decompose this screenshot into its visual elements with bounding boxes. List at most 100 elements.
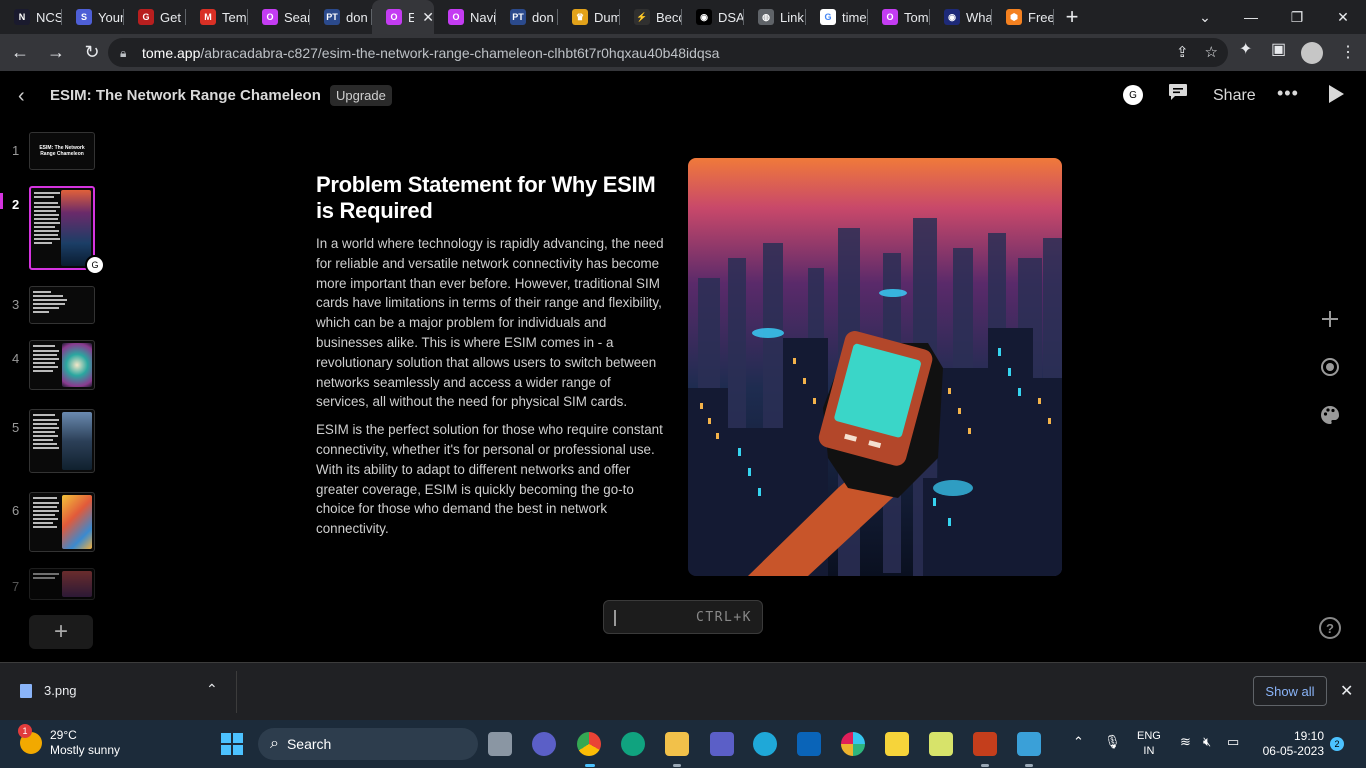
microphone-icon[interactable]: 🎙︎ (1104, 734, 1121, 750)
slide-thumbnail[interactable] (29, 492, 95, 552)
slide-title[interactable]: Problem Statement for Why ESIM is Requir… (316, 172, 666, 224)
share-page-icon[interactable]: ⇪ (1176, 43, 1189, 61)
browser-tab[interactable]: ◍ Link (744, 0, 806, 34)
upgrade-button[interactable]: Upgrade (330, 85, 392, 106)
comment-icon[interactable] (1168, 83, 1188, 101)
tab-favicon-icon: ♛ (572, 9, 588, 25)
edge-icon[interactable] (753, 732, 777, 756)
file-explorer-icon[interactable] (665, 732, 689, 756)
tab-favicon-icon: ◍ (758, 9, 774, 25)
volume-muted-icon[interactable]: 🔇︎ (1203, 734, 1211, 750)
shortcut-hint: CTRL+K (696, 610, 752, 625)
chrome-icon[interactable] (577, 732, 601, 756)
browser-tab[interactable]: ⬢ Free (992, 0, 1054, 34)
browser-tab[interactable]: ♛ Dum (558, 0, 620, 34)
powerpoint-icon[interactable] (973, 732, 997, 756)
wifi-icon[interactable]: ≋ (1180, 734, 1191, 750)
search-label: Search (286, 736, 332, 752)
bookmark-star-icon[interactable]: ☆ (1205, 43, 1218, 61)
slide-thumbnail[interactable]: ESIM: The Network Range Chameleon (29, 132, 95, 170)
start-button[interactable] (221, 733, 243, 755)
back-button[interactable]: ← (4, 37, 36, 69)
meet-icon[interactable] (532, 732, 556, 756)
city-hand-phone-illustration (688, 158, 1062, 576)
browser-tab[interactable]: G Get (124, 0, 186, 34)
slide-text-block[interactable]: Problem Statement for Why ESIM is Requir… (316, 172, 666, 547)
slide-number: 3 (12, 297, 20, 312)
taskbar-search[interactable]: ⌕ Search (258, 728, 478, 760)
browser-tab[interactable]: O Tom (868, 0, 930, 34)
add-tile-icon[interactable] (1320, 309, 1340, 329)
download-item[interactable]: 3.png (20, 683, 77, 698)
browser-tab[interactable]: N NCS (0, 0, 62, 34)
add-slide-button[interactable]: + (29, 615, 93, 649)
weather-widget[interactable]: 1 29°C Mostly sunny (18, 724, 120, 758)
tab-title: Link (780, 9, 804, 25)
side-panel-icon[interactable]: ▣ (1271, 39, 1286, 59)
tab-favicon-icon: O (386, 9, 402, 25)
clock[interactable]: 19:10 06-05-2023 (1262, 729, 1324, 759)
browser-tab[interactable]: O Navi (434, 0, 496, 34)
show-all-button[interactable]: Show all (1253, 676, 1327, 706)
more-options-icon[interactable]: ••• (1277, 83, 1299, 104)
close-window-button[interactable]: ✕ (1320, 0, 1366, 34)
browser-tab[interactable]: ◉ DSA (682, 0, 744, 34)
browser-tab[interactable]: O Sear (248, 0, 310, 34)
minimize-button[interactable]: — (1228, 0, 1274, 34)
slack-icon[interactable] (841, 732, 865, 756)
notepad-icon[interactable] (1017, 732, 1041, 756)
battery-icon[interactable]: ▭ (1227, 734, 1239, 750)
editor-icon[interactable] (929, 732, 953, 756)
slide-thumbnail[interactable] (29, 340, 95, 390)
back-chevron-icon[interactable]: ‹ (18, 85, 25, 108)
browser-tab[interactable]: PT don (310, 0, 372, 34)
windows-taskbar: 1 29°C Mostly sunny ⌕ Search ⌃ 🎙︎ ENG IN… (0, 720, 1366, 768)
new-tab-button[interactable]: + (1054, 0, 1090, 34)
document-title[interactable]: ESIM: The Network Range Chameleon (50, 87, 321, 104)
present-play-icon[interactable] (1329, 85, 1344, 103)
chevron-up-icon[interactable]: ⌃ (206, 681, 218, 698)
chevron-up-icon[interactable]: ⌃ (1073, 734, 1084, 750)
tab-title: don (346, 9, 368, 25)
browser-tab[interactable]: S Your (62, 0, 124, 34)
browser-tab[interactable]: ◉ Wha (930, 0, 992, 34)
forward-button[interactable]: → (40, 37, 72, 69)
chatgpt-icon[interactable] (621, 732, 645, 756)
record-icon[interactable] (1320, 357, 1340, 377)
slide-thumbnail[interactable] (29, 286, 95, 324)
sticky-notes-icon[interactable] (885, 732, 909, 756)
notification-badge[interactable]: 2 (1330, 737, 1344, 751)
extensions-icon[interactable]: ✦ (1239, 39, 1252, 59)
slide-paragraph-1[interactable]: In a world where technology is rapidly a… (316, 234, 666, 412)
tab-close-icon[interactable]: ✕ (422, 9, 434, 26)
help-icon[interactable]: ? (1319, 617, 1341, 639)
slide-image[interactable] (688, 158, 1062, 576)
slide-thumbnail[interactable] (29, 409, 95, 473)
browser-tab[interactable]: M Tem (186, 0, 248, 34)
slide-paragraph-2[interactable]: ESIM is the perfect solution for those w… (316, 420, 666, 539)
browser-tab[interactable]: O E ✕ (372, 0, 434, 34)
task-view-icon[interactable] (488, 732, 512, 756)
chrome-menu-icon[interactable]: ⋮ (1340, 42, 1356, 62)
tab-search-icon[interactable]: ⌄ (1182, 0, 1228, 34)
reload-button[interactable]: ↻ (76, 37, 108, 69)
browser-tab[interactable]: PT don (496, 0, 558, 34)
sun-icon: 1 (18, 724, 42, 754)
browser-tab[interactable]: ⚡ Becc (620, 0, 682, 34)
user-avatar[interactable]: G (1123, 85, 1143, 105)
address-bar[interactable]: 🔒︎ tome.app/abracadabra-c827/esim-the-ne… (108, 38, 1228, 67)
profile-avatar[interactable] (1301, 42, 1323, 64)
thumb-image (61, 190, 91, 266)
slide-thumbnail[interactable] (29, 186, 95, 270)
command-input[interactable]: CTRL+K (603, 600, 763, 634)
palette-icon[interactable] (1319, 404, 1341, 426)
slide-thumbnail[interactable] (29, 568, 95, 600)
teams-icon[interactable] (710, 732, 734, 756)
close-icon[interactable]: ✕ (1340, 681, 1353, 701)
browser-tab[interactable]: Gtime (806, 0, 868, 34)
tab-favicon-icon: PT (324, 9, 340, 25)
outlook-icon[interactable] (797, 732, 821, 756)
share-button[interactable]: Share (1213, 87, 1256, 105)
restore-button[interactable]: ❐ (1274, 0, 1320, 34)
language-indicator[interactable]: ENG IN (1137, 729, 1161, 759)
